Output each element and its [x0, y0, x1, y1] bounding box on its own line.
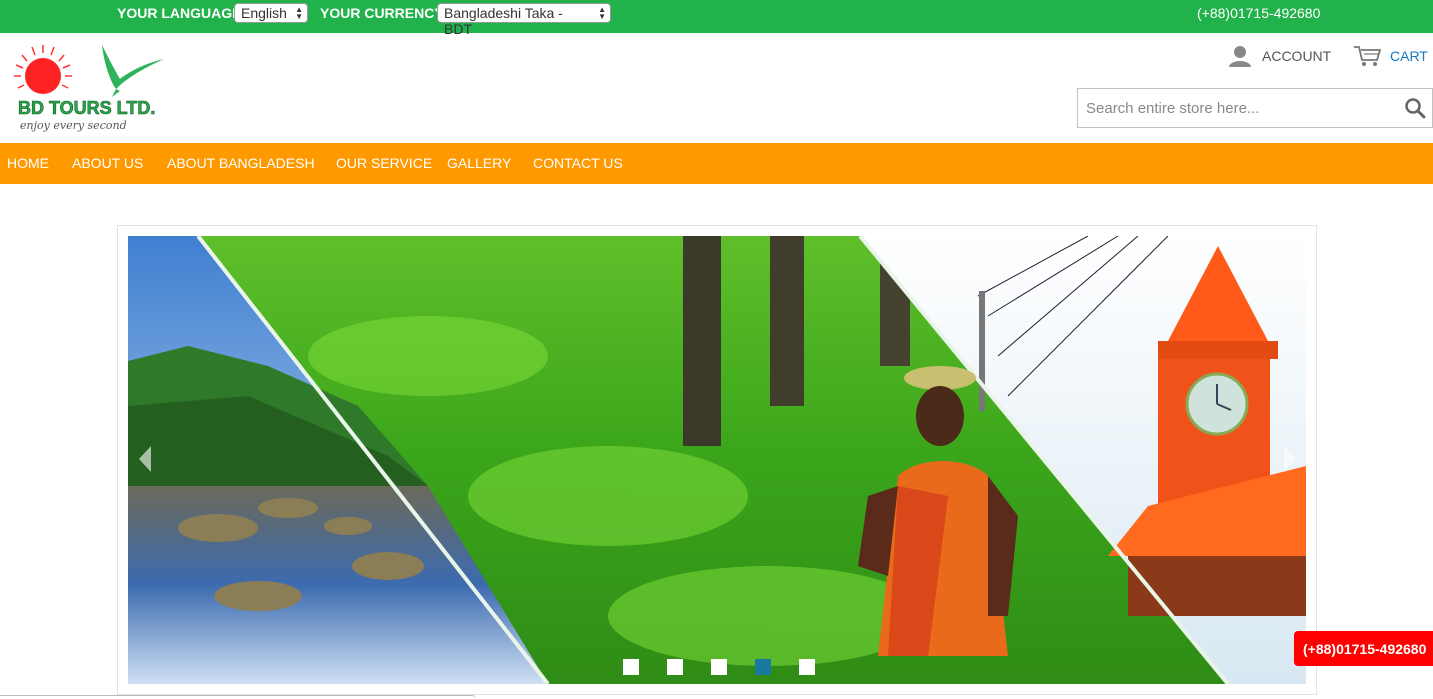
nav-item-gallery[interactable]: GALLERY	[447, 155, 511, 171]
language-select[interactable]: English ▲ ▼	[234, 3, 308, 23]
slider-dot[interactable]	[711, 659, 727, 675]
logo-title: BD TOURS LTD.	[18, 98, 155, 118]
header: BD TOURS LTD. enjoy every second ACCOUNT…	[0, 33, 1433, 143]
nav-item-about-us[interactable]: ABOUT US	[72, 155, 143, 171]
site-logo[interactable]: BD TOURS LTD. enjoy every second	[6, 43, 168, 135]
slider-dot[interactable]	[667, 659, 683, 675]
chevron-right-icon[interactable]	[1282, 444, 1298, 474]
account-label: ACCOUNT	[1262, 48, 1332, 64]
top-phone: (+88)01715-492680	[1197, 5, 1321, 21]
nav-item-our-service[interactable]: OUR SERVICE	[336, 155, 432, 171]
currency-label: YOUR CURRENCY:	[320, 5, 448, 21]
chevron-left-icon[interactable]	[137, 444, 153, 474]
select-arrows-icon: ▲ ▼	[598, 5, 606, 21]
slider-dot[interactable]	[623, 659, 639, 675]
slider-dot-active[interactable]	[755, 659, 771, 675]
language-label: YOUR LANGUAGE:	[117, 5, 247, 21]
search-input[interactable]	[1078, 89, 1388, 127]
slider-dot[interactable]	[799, 659, 815, 675]
select-arrows-icon: ▲ ▼	[295, 5, 303, 21]
slide-image	[128, 236, 1306, 684]
main-nav: HOME ABOUT US ABOUT BANGLADESH OUR SERVI…	[0, 143, 1433, 184]
logo-tagline: enjoy every second	[20, 119, 127, 132]
currency-select[interactable]: Bangladeshi Taka - BDT ▲ ▼	[437, 3, 611, 37]
bird-icon	[102, 45, 164, 97]
cart-link[interactable]: CART	[1353, 45, 1428, 67]
search-box	[1077, 88, 1433, 128]
language-select-value: English	[241, 5, 287, 21]
top-bar: YOUR LANGUAGE: English ▲ ▼ YOUR CURRENCY:…	[0, 0, 1433, 37]
nav-item-home[interactable]: HOME	[7, 155, 49, 171]
nav-item-contact-us[interactable]: CONTACT US	[533, 155, 623, 171]
sun-icon	[14, 45, 72, 94]
floating-phone-button[interactable]: (+88)01715-492680	[1294, 631, 1433, 666]
user-icon	[1229, 46, 1251, 67]
account-link[interactable]: ACCOUNT	[1228, 45, 1331, 67]
bottom-divider	[0, 695, 476, 699]
hero-slider[interactable]	[128, 236, 1306, 684]
search-icon[interactable]	[1404, 97, 1426, 119]
nav-item-about-bangladesh[interactable]: ABOUT BANGLADESH	[167, 155, 315, 171]
cart-label: CART	[1390, 48, 1428, 64]
cart-icon	[1354, 46, 1381, 66]
